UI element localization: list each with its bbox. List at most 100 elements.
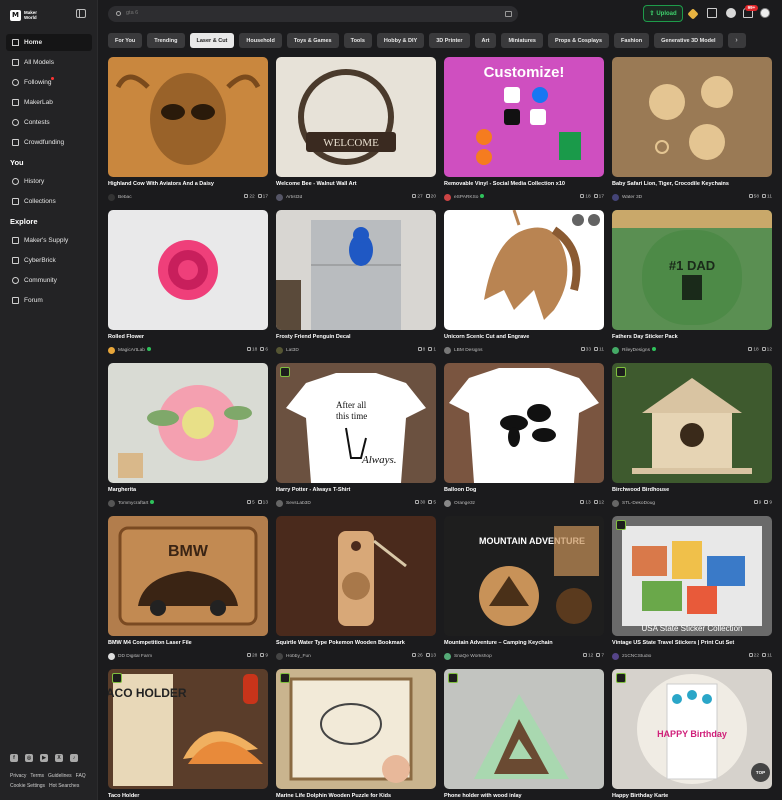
category-pill[interactable]: Laser & Cut <box>189 33 235 48</box>
card-thumbnail[interactable] <box>276 210 436 330</box>
image-search-icon[interactable] <box>505 11 512 17</box>
avatar[interactable] <box>444 193 451 201</box>
globe-icon[interactable] <box>726 8 736 18</box>
card-title[interactable]: Birchwood Birdhouse <box>612 487 772 493</box>
avatar[interactable] <box>276 346 283 354</box>
model-card[interactable]: Phone holder with wood inlay <box>444 669 604 800</box>
model-card[interactable]: WELCOME Welcome Bee - Walnut Wall Art Ar… <box>276 57 436 205</box>
avatar[interactable] <box>108 652 115 660</box>
model-card[interactable]: Margherita Tommycraftart 5 13 <box>108 363 268 511</box>
category-pill[interactable]: Hobby & DIY <box>376 33 425 48</box>
sidebar-item-crowdfunding[interactable]: Crowdfunding <box>6 134 92 151</box>
avatar[interactable] <box>444 499 451 507</box>
author-name[interactable]: SevsLab3D <box>286 501 415 506</box>
footer-link-hot-searches[interactable]: Hot Searches <box>49 782 79 790</box>
search-bar[interactable] <box>108 6 518 22</box>
card-thumbnail[interactable] <box>444 669 604 789</box>
avatar[interactable] <box>612 652 619 660</box>
model-card[interactable]: TACO HOLDER Taco Holder <box>108 669 268 800</box>
sidebar-item-cyberbrick[interactable]: CyberBrick <box>6 252 92 269</box>
sidebar-item-community[interactable]: Community <box>6 272 92 289</box>
chevron-right-icon[interactable]: › <box>727 33 746 48</box>
more-icon[interactable] <box>588 214 600 226</box>
card-title[interactable]: Vintage US State Travel Stickers | Print… <box>612 640 772 646</box>
model-card[interactable]: Frosty Friend Penguin Decal Lat3D 8 1 <box>276 210 436 358</box>
model-card[interactable]: Rolled Flower MagicArtLab 18 6 <box>108 210 268 358</box>
author-name[interactable]: Hobby_Fun <box>286 654 412 659</box>
footer-link-privacy[interactable]: Privacy <box>10 772 26 780</box>
card-thumbnail[interactable] <box>444 210 604 330</box>
footer-link-terms[interactable]: Terms <box>30 772 44 780</box>
sidebar-item-home[interactable]: Home <box>6 34 92 51</box>
card-title[interactable]: Taco Holder <box>108 793 268 799</box>
card-title[interactable]: Fathers Day Sticker Pack <box>612 334 772 340</box>
card-thumbnail[interactable]: USA State Sticker Collection <box>612 516 772 636</box>
sidebar-item-contests[interactable]: Contests <box>6 114 92 131</box>
avatar[interactable] <box>108 499 115 507</box>
tiktok-icon[interactable]: ♪ <box>70 754 78 762</box>
upload-button[interactable]: ⇪ Upload <box>643 5 683 22</box>
author-name[interactable]: Artist3d <box>286 195 412 200</box>
card-thumbnail[interactable] <box>108 210 268 330</box>
category-pill[interactable]: Generative 3D Model <box>654 33 723 48</box>
category-pill[interactable]: 3D Printer <box>429 33 470 48</box>
model-card[interactable]: Baby Safari Lion, Tiger, Crocodile Keych… <box>612 57 772 205</box>
avatar[interactable] <box>444 346 451 354</box>
bookmark-icon[interactable] <box>572 214 584 226</box>
model-card[interactable]: #1 DAD Fathers Day Sticker Pack RileyDes… <box>612 210 772 358</box>
card-title[interactable]: Squirtle Water Type Pokemon Wooden Bookm… <box>276 640 436 646</box>
model-card[interactable]: Unicorn Scenic Cut and Engrave LBM Desig… <box>444 210 604 358</box>
author-name[interactable]: MagicArtLab <box>118 347 247 353</box>
avatar[interactable] <box>276 652 283 660</box>
card-title[interactable]: Removable Vinyl - Social Media Collectio… <box>444 181 604 187</box>
category-pill[interactable]: Household <box>239 33 282 48</box>
cart-icon[interactable] <box>707 8 717 18</box>
sidebar-item-makerlab[interactable]: MakerLab <box>6 94 92 111</box>
avatar[interactable] <box>612 499 619 507</box>
sidebar-item-following[interactable]: Following <box>6 74 92 91</box>
card-title[interactable]: Marine Life Dolphin Wooden Puzzle for Ki… <box>276 793 436 799</box>
author-name[interactable]: Bebac <box>118 195 244 200</box>
card-title[interactable]: Margherita <box>108 487 268 493</box>
collapse-sidebar-icon[interactable] <box>76 9 86 18</box>
footer-link-faq[interactable]: FAQ <box>76 772 86 780</box>
card-title[interactable]: BMW M4 Competition Laser File <box>108 640 268 646</box>
avatar[interactable] <box>760 8 770 18</box>
category-pill[interactable]: Trending <box>147 33 185 48</box>
model-card[interactable]: MOUNTAIN ADVENTURE Mountain Adventure – … <box>444 516 604 664</box>
model-card[interactable]: Birchwood Birdhouse STL-DekoDoug 9 9 <box>612 363 772 511</box>
facebook-icon[interactable]: f <box>10 754 18 762</box>
logo[interactable]: M Maker World <box>10 8 90 22</box>
card-thumbnail[interactable] <box>276 516 436 636</box>
sidebar-item-collections[interactable]: Collections <box>6 193 92 210</box>
sidebar-item-history[interactable]: History <box>6 173 92 190</box>
model-card[interactable]: Balloon Dog Orange3z 13 12 <box>444 363 604 511</box>
author-name[interactable]: Tommycraftart <box>118 500 247 506</box>
model-card[interactable]: HAPPY Birthday Happy Birthday Karte <box>612 669 772 800</box>
author-name[interactable]: SnaQe Workshop <box>454 654 583 659</box>
avatar[interactable] <box>612 346 619 354</box>
card-title[interactable]: Balloon Dog <box>444 487 604 493</box>
category-pill[interactable]: Tools <box>343 33 372 48</box>
model-card[interactable]: Highland Cow With Aviators And a Daisy B… <box>108 57 268 205</box>
model-card[interactable]: After all this time Always. Harry Potter -… <box>276 363 436 511</box>
card-thumbnail[interactable]: HAPPY Birthday <box>612 669 772 789</box>
card-thumbnail[interactable] <box>612 363 772 483</box>
category-pill[interactable]: Toys & Games <box>286 33 339 48</box>
card-thumbnail[interactable]: After all this time Always. <box>276 363 436 483</box>
author-name[interactable]: 21CNCStudio <box>622 654 749 659</box>
author-name[interactable]: RileyDesigns <box>622 347 748 353</box>
model-card[interactable]: BMW BMW M4 Competition Laser File DD Dig… <box>108 516 268 664</box>
model-card[interactable]: USA State Sticker Collection Vintage US … <box>612 516 772 664</box>
category-pill[interactable]: Miniatures <box>501 33 543 48</box>
card-title[interactable]: Welcome Bee - Walnut Wall Art <box>276 181 436 187</box>
category-pill[interactable]: Props & Cosplays <box>547 33 610 48</box>
card-title[interactable]: Harry Potter - Always T-Shirt <box>276 487 436 493</box>
author-name[interactable]: LBM Designs <box>454 348 581 353</box>
points-icon[interactable] <box>687 8 699 20</box>
card-title[interactable]: Phone holder with wood inlay <box>444 793 604 799</box>
card-thumbnail[interactable]: WELCOME <box>276 57 436 177</box>
card-thumbnail[interactable] <box>612 57 772 177</box>
author-name[interactable]: Orange3z <box>454 501 580 506</box>
avatar[interactable] <box>108 193 115 201</box>
